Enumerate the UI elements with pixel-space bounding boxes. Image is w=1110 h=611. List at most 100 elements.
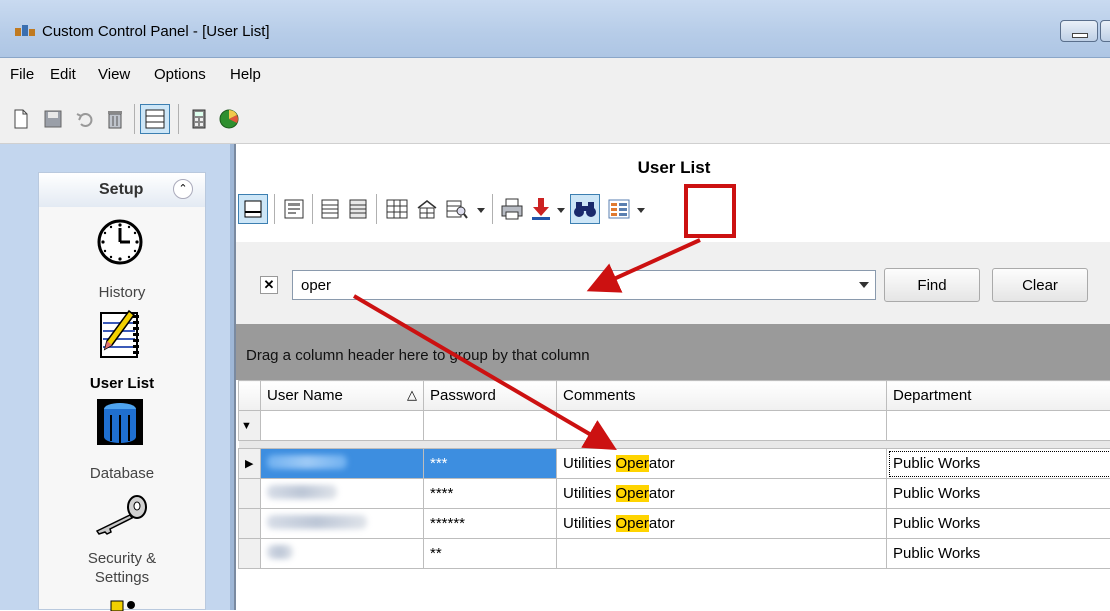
clear-button[interactable]: Clear	[992, 268, 1088, 302]
toolbar-separator	[178, 104, 179, 134]
table-row[interactable]: ** Public Works	[239, 539, 1110, 569]
comment-text: Utilities	[563, 515, 616, 532]
chevron-down-icon[interactable]	[859, 282, 869, 288]
save-icon[interactable]	[42, 108, 64, 130]
password-cell[interactable]: ****	[424, 479, 557, 509]
column-header-user-name[interactable]: User Name△	[261, 381, 424, 411]
download-icon[interactable]	[530, 197, 552, 221]
filter-cell[interactable]	[424, 411, 557, 441]
menu-options[interactable]: Options	[154, 66, 206, 83]
notepad-icon[interactable]	[95, 309, 145, 359]
toolbar-separator	[134, 104, 135, 134]
comment-text: ator	[649, 485, 675, 502]
toolbar-separator	[312, 194, 313, 224]
column-chooser-icon[interactable]	[608, 199, 630, 219]
column-label: Comments	[563, 387, 636, 404]
row-indicator	[239, 509, 261, 539]
column-header-department[interactable]: Department	[887, 381, 1110, 411]
dropdown-arrow-icon[interactable]	[476, 206, 486, 214]
print-icon[interactable]	[500, 198, 524, 220]
find-toggle-button[interactable]	[570, 194, 600, 224]
list-view-button[interactable]	[140, 104, 170, 134]
menu-file[interactable]: File	[10, 66, 34, 83]
nav-item-history[interactable]: History	[39, 284, 205, 301]
department-cell[interactable]: Public Works	[887, 539, 1110, 569]
find-button[interactable]: Find	[884, 268, 980, 302]
department-cell[interactable]: Public Works	[887, 479, 1110, 509]
password-cell[interactable]: ******	[424, 509, 557, 539]
delete-icon[interactable]	[104, 108, 126, 130]
filter-cell[interactable]	[887, 411, 1110, 441]
department-cell[interactable]: Public Works	[887, 509, 1110, 539]
form-view-icon[interactable]	[284, 199, 304, 219]
comment-text: ator	[649, 455, 675, 472]
home-table-icon[interactable]	[416, 199, 438, 219]
spacer-row	[239, 441, 1110, 449]
password-cell[interactable]: ***	[424, 449, 557, 479]
close-find-panel-button[interactable]: ✕	[260, 276, 278, 294]
row-indicator	[239, 539, 261, 569]
table-row[interactable]: ****** Utilities Operator Public Works	[239, 509, 1110, 539]
current-row-indicator-icon: ▶	[239, 449, 261, 479]
table-row[interactable]: **** Utilities Operator Public Works	[239, 479, 1110, 509]
user-name-cell[interactable]	[261, 539, 424, 569]
menu-view[interactable]: View	[98, 66, 130, 83]
group-by-panel[interactable]: Drag a column header here to group by th…	[236, 324, 1110, 380]
pie-chart-icon[interactable]	[218, 108, 240, 130]
comments-cell[interactable]: Utilities Operator	[557, 509, 887, 539]
column-header-password[interactable]: Password	[424, 381, 557, 411]
table-row[interactable]: ▶ *** Utilities Operator Public Works	[239, 449, 1110, 479]
nav-item-security-settings[interactable]: Security & Settings	[39, 549, 205, 587]
navigation-bar: Setup ⌃ History User List Database Secur…	[38, 172, 206, 610]
comment-text: Utilities	[563, 485, 616, 502]
comments-cell[interactable]	[557, 539, 887, 569]
department-cell[interactable]: Public Works	[887, 449, 1110, 479]
filter-cell[interactable]	[261, 411, 424, 441]
find-combobox[interactable]	[292, 270, 876, 300]
new-document-icon[interactable]	[10, 108, 32, 130]
menu-help[interactable]: Help	[230, 66, 261, 83]
calculator-icon[interactable]	[188, 108, 210, 130]
binoculars-icon	[574, 200, 596, 218]
grid-view-button[interactable]	[238, 194, 268, 224]
user-name-cell[interactable]	[261, 479, 424, 509]
group-by-hint: Drag a column header here to group by th…	[246, 347, 590, 364]
toolbar-separator	[274, 194, 275, 224]
user-name-cell[interactable]	[261, 449, 424, 479]
comment-text: Utilities	[563, 455, 616, 472]
nav-item-user-list[interactable]: User List	[39, 375, 205, 392]
nav-item-database[interactable]: Database	[39, 465, 205, 482]
user-name-cell[interactable]	[261, 509, 424, 539]
menu-edit[interactable]: Edit	[50, 66, 76, 83]
grid-layout-icon	[244, 200, 262, 218]
key-icon[interactable]	[91, 495, 151, 535]
comment-text: ator	[649, 515, 675, 532]
maximize-button[interactable]	[1100, 20, 1110, 42]
comments-cell[interactable]: Utilities Operator	[557, 449, 887, 479]
find-input[interactable]	[293, 271, 843, 299]
filter-cell[interactable]	[557, 411, 887, 441]
columns-left-icon[interactable]	[320, 199, 340, 219]
row-indicator	[239, 479, 261, 509]
dropdown-arrow-icon[interactable]	[636, 206, 646, 214]
columns-right-icon[interactable]	[348, 199, 368, 219]
search-highlight: Oper	[616, 455, 649, 472]
main-toolbar	[0, 94, 1110, 144]
collapse-chevron-icon[interactable]: ⌃	[173, 179, 193, 199]
nav-group-header[interactable]: Setup ⌃	[39, 173, 205, 207]
comments-cell[interactable]: Utilities Operator	[557, 479, 887, 509]
filter-row: ▼	[239, 411, 1110, 441]
database-icon[interactable]	[97, 399, 143, 445]
dropdown-arrow-icon[interactable]	[556, 206, 566, 214]
column-label: Password	[430, 387, 496, 404]
search-table-icon[interactable]	[446, 199, 468, 219]
table-grid-icon[interactable]	[386, 199, 408, 219]
undo-icon[interactable]	[74, 108, 96, 130]
clock-icon[interactable]	[97, 219, 143, 265]
find-panel: ✕ Find Clear	[236, 242, 1110, 324]
password-cell[interactable]: **	[424, 539, 557, 569]
menu-bar: File Edit View Options Help	[0, 58, 1110, 94]
column-header-comments[interactable]: Comments	[557, 381, 887, 411]
minimize-button[interactable]	[1060, 20, 1098, 42]
column-label: Department	[893, 387, 971, 404]
